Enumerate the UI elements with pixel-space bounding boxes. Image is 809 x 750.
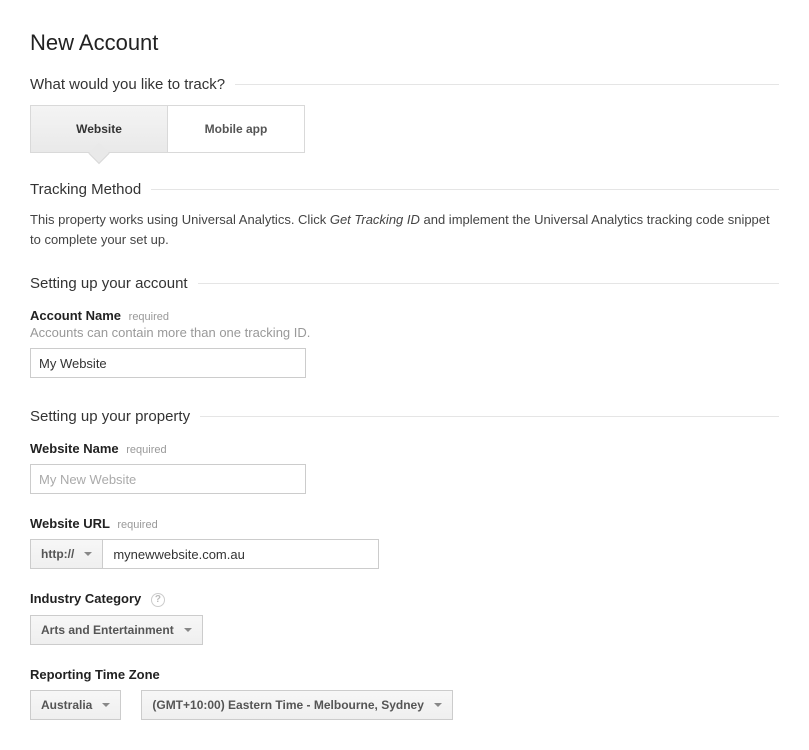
account-name-input[interactable]: [30, 348, 306, 378]
chevron-down-icon: [184, 628, 192, 632]
tz-country-value: Australia: [41, 698, 92, 712]
section-method: Tracking Method: [30, 181, 779, 198]
protocol-dropdown[interactable]: http://: [30, 539, 103, 569]
label-text: Industry Category: [30, 591, 141, 606]
label-text: Reporting Time Zone: [30, 667, 160, 682]
chevron-down-icon: [102, 703, 110, 707]
text: This property works using Universal Anal…: [30, 212, 330, 227]
required-tag: required: [117, 519, 157, 531]
help-icon[interactable]: ?: [151, 593, 165, 607]
section-track: What would you like to track?: [30, 76, 779, 93]
tab-website[interactable]: Website: [31, 106, 167, 152]
label-text: Account Name: [30, 308, 121, 323]
track-tabs: Website Mobile app: [30, 105, 305, 153]
required-tag: required: [129, 311, 169, 323]
page-title: New Account: [30, 30, 779, 56]
protocol-value: http://: [41, 547, 74, 561]
label-text: Website Name: [30, 441, 119, 456]
required-tag: required: [126, 444, 166, 456]
timezone-country-dropdown[interactable]: Australia: [30, 690, 121, 720]
tab-mobile-app[interactable]: Mobile app: [167, 106, 304, 152]
divider: [198, 283, 779, 284]
chevron-down-icon: [84, 552, 92, 556]
website-url-label: Website URL required: [30, 516, 779, 531]
industry-category-label: Industry Category ?: [30, 591, 779, 607]
website-name-label: Website Name required: [30, 441, 779, 456]
website-name-input[interactable]: [30, 464, 306, 494]
tz-value: (GMT+10:00) Eastern Time - Melbourne, Sy…: [152, 698, 424, 712]
section-property: Setting up your property: [30, 408, 779, 425]
divider: [151, 189, 779, 190]
industry-value: Arts and Entertainment: [41, 623, 174, 637]
divider: [200, 416, 779, 417]
section-account-label: Setting up your account: [30, 275, 188, 292]
timezone-label: Reporting Time Zone: [30, 667, 779, 682]
section-property-label: Setting up your property: [30, 408, 190, 425]
account-name-label: Account Name required: [30, 308, 779, 323]
label-text: Website URL: [30, 516, 110, 531]
tracking-method-text: This property works using Universal Anal…: [30, 210, 779, 249]
divider: [235, 84, 779, 85]
get-tracking-id-link[interactable]: Get Tracking ID: [330, 212, 420, 227]
section-account: Setting up your account: [30, 275, 779, 292]
section-method-label: Tracking Method: [30, 181, 141, 198]
website-url-input[interactable]: [103, 539, 379, 569]
industry-category-dropdown[interactable]: Arts and Entertainment: [30, 615, 203, 645]
section-track-label: What would you like to track?: [30, 76, 225, 93]
chevron-down-icon: [434, 703, 442, 707]
timezone-dropdown[interactable]: (GMT+10:00) Eastern Time - Melbourne, Sy…: [141, 690, 453, 720]
account-name-hint: Accounts can contain more than one track…: [30, 325, 779, 340]
